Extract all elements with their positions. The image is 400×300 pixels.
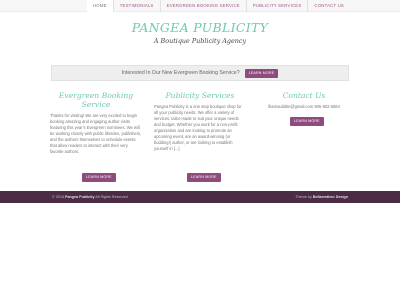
publicity-column: Publicity Services Pangea Publicity is a… [154, 91, 246, 182]
nav-item-home[interactable]: Home [87, 0, 114, 12]
publicity-learn-more-button[interactable]: Learn More [187, 173, 221, 182]
site-branding: PANGEA PUBLICITY A Boutique Publicity Ag… [0, 20, 400, 45]
nav-item-evergreen-booking[interactable]: Evergreen Booking Service [161, 0, 247, 12]
theme-author-link[interactable]: Bellaemtheo Design [313, 195, 348, 199]
contact-heading: Contact Us [282, 91, 326, 100]
nav-menu: Home Testimonials Evergreen Booking Serv… [87, 0, 350, 12]
publicity-text: Pangea Publicity is a one stop boutique … [154, 104, 242, 151]
copyright-year: © 2018 [52, 195, 64, 199]
site-footer: © 2018 Pangea Publicity All Rights Reser… [0, 191, 400, 203]
publicity-heading: Publicity Services [165, 91, 235, 100]
nav-item-testimonials[interactable]: Testimonials [114, 0, 161, 12]
contact-learn-more-button[interactable]: Learn More [290, 117, 324, 126]
nav-item-contact[interactable]: Contact Us [308, 0, 350, 12]
evergreen-column: Evergreen Booking Service Thanks for vis… [50, 91, 142, 182]
contact-details: lharnaulidtm@gmail.com 905-802-6584 [268, 104, 340, 109]
promo-learn-more-button[interactable]: Learn More [244, 68, 279, 78]
nav-item-publicity-services[interactable]: Publicity Services [247, 0, 309, 12]
footer-copyright: © 2018 Pangea Publicity All Rights Reser… [52, 191, 128, 203]
evergreen-learn-more-button[interactable]: Learn More [82, 173, 116, 182]
contact-column: Contact Us lharnaulidtm@gmail.com 905-80… [258, 91, 350, 126]
promo-bar: Interested In Our New Evergreen Booking … [51, 65, 349, 81]
promo-text: Interested In Our New Evergreen Booking … [121, 70, 240, 76]
footer-site-link[interactable]: Pangea Publicity [65, 195, 95, 199]
site-tagline: A Boutique Publicity Agency [153, 37, 247, 45]
site-title[interactable]: PANGEA PUBLICITY [0, 20, 400, 35]
evergreen-heading: Evergreen Booking Service [58, 91, 134, 109]
evergreen-text: Thanks for visiting! We are very excited… [50, 113, 142, 154]
theme-prefix: Theme by [295, 195, 312, 199]
top-navigation: Home Testimonials Evergreen Booking Serv… [0, 0, 400, 12]
rights-text: All Rights Reserved [95, 195, 128, 199]
footer-theme-credit: Theme by Bellaemtheo Design [295, 191, 348, 203]
